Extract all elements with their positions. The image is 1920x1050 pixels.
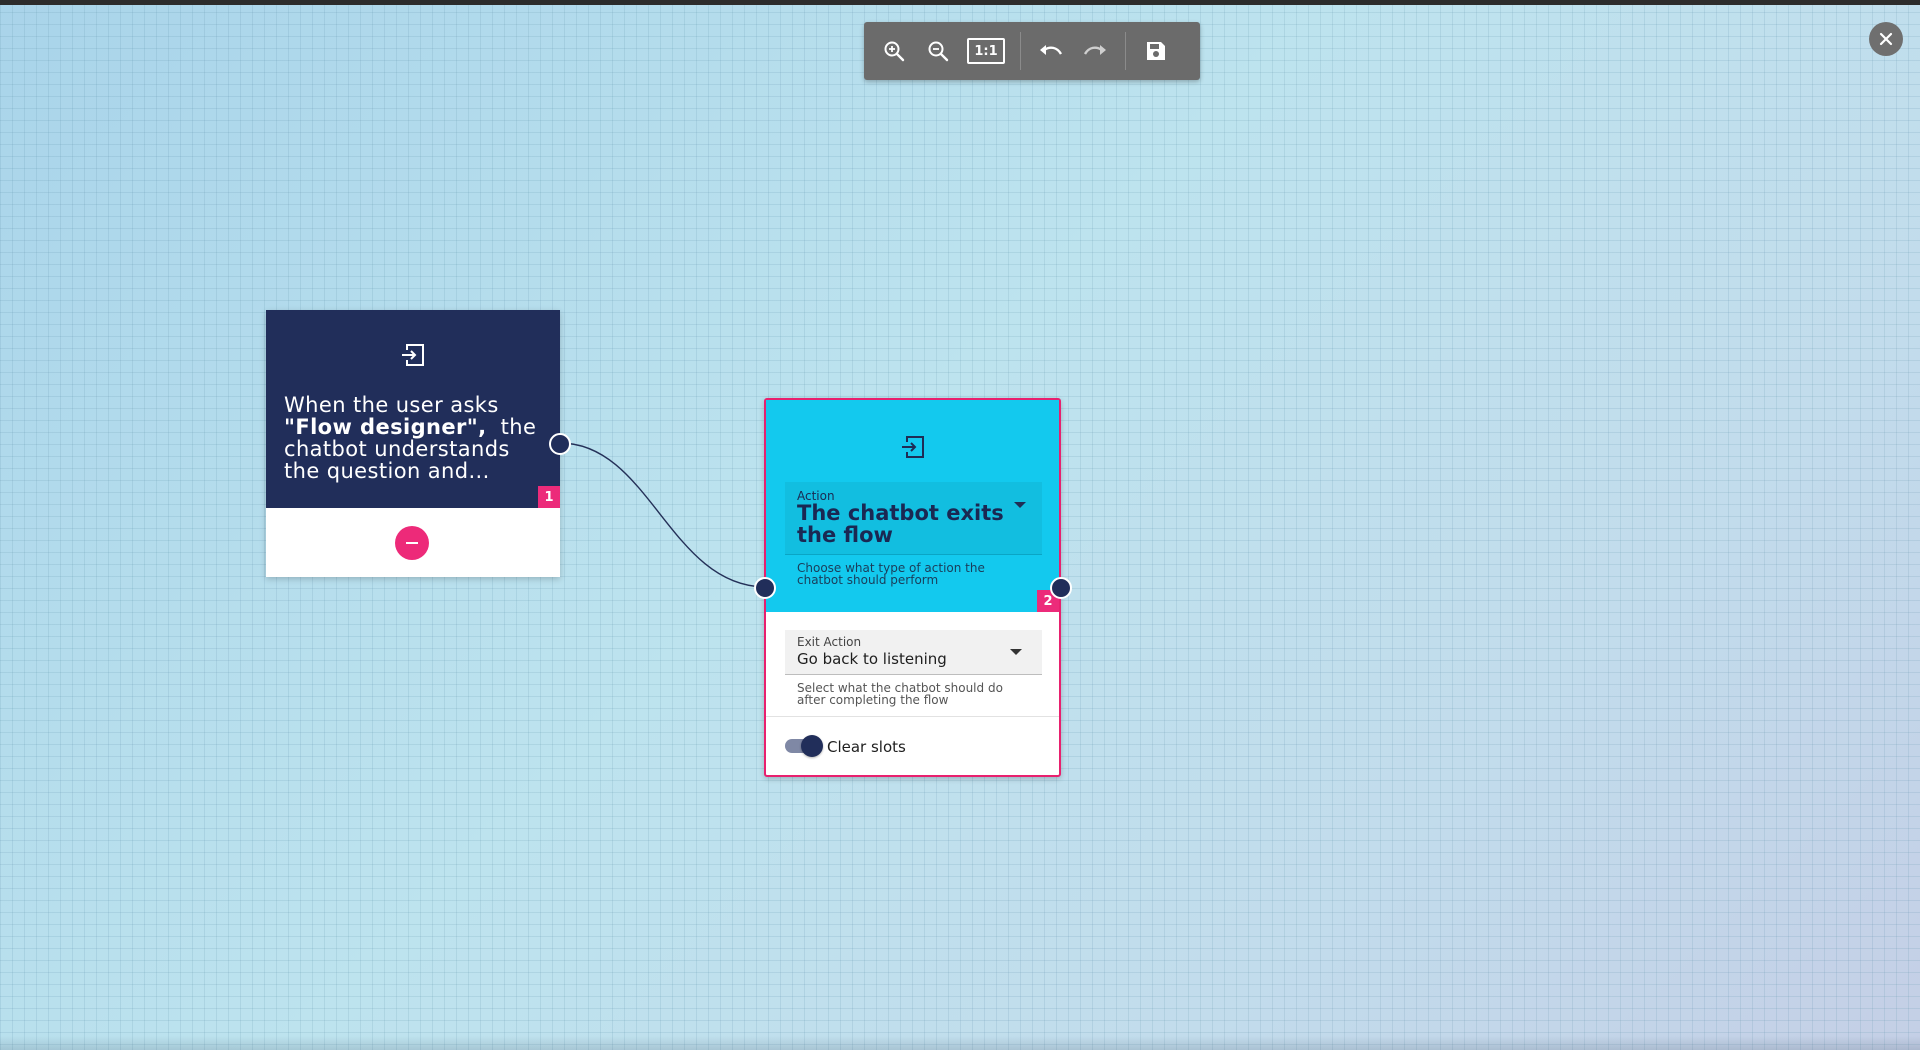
zoom-in-icon	[884, 41, 905, 62]
clear-slots-toggle[interactable]	[785, 734, 825, 758]
redo-button[interactable]	[1073, 29, 1117, 73]
connector-path	[559, 442, 767, 588]
node-1-number-badge: 1	[538, 486, 560, 508]
window-bottom-shade	[0, 1036, 1920, 1050]
undo-icon	[1040, 45, 1063, 55]
flow-node-2[interactable]: Action The chatbot exits the flow Choose…	[754, 398, 1072, 777]
window-top-strip	[0, 0, 1920, 5]
minus-icon	[406, 542, 418, 544]
node-2-divider	[766, 716, 1059, 717]
flow-node-1[interactable]: When the user asks "Flow designer", the …	[266, 310, 571, 577]
action-select-help: Choose what type of action the chatbot s…	[797, 561, 985, 587]
toolbar-separator	[1020, 32, 1021, 70]
zoom-out-button[interactable]	[916, 29, 960, 73]
flow-canvas[interactable]: 1:1 When the user asks "Flow designer", …	[0, 0, 1920, 1050]
node-1-description: When the user asks "Flow designer", the …	[284, 394, 548, 482]
exit-select-label: Exit Action	[797, 635, 862, 649]
zoom-out-icon	[928, 41, 949, 62]
canvas-toolbar: 1:1	[864, 22, 1200, 80]
save-button[interactable]	[1134, 29, 1178, 73]
exit-select-value: Go back to listening	[797, 650, 947, 668]
exit-action-select[interactable]: Exit Action Go back to listening	[785, 630, 1042, 675]
exit-select-help: Select what the chatbot should do after …	[797, 681, 1003, 707]
chevron-down-icon	[1010, 649, 1022, 655]
clear-slots-label: Clear slots	[827, 738, 906, 756]
node-2-header[interactable]: Action The chatbot exits the flow Choose…	[766, 400, 1059, 612]
node-1-text-bold: "Flow designer",	[284, 415, 487, 439]
actual-size-label: 1:1	[967, 38, 1005, 64]
node-2-output-port[interactable]	[1050, 577, 1072, 599]
redo-icon	[1083, 45, 1106, 55]
undo-button[interactable]	[1029, 29, 1073, 73]
node-2-input-port[interactable]	[754, 577, 776, 599]
action-type-select[interactable]: Action The chatbot exits the flow	[785, 482, 1042, 555]
node-1-footer	[266, 508, 560, 577]
save-icon	[1147, 42, 1165, 60]
remove-node-button[interactable]	[395, 526, 429, 560]
close-icon	[1879, 32, 1893, 46]
zoom-in-button[interactable]	[872, 29, 916, 73]
node-1-header[interactable]: When the user asks "Flow designer", the …	[266, 310, 560, 508]
toggle-thumb	[801, 735, 823, 757]
exit-icon	[402, 344, 424, 366]
node-1-output-port[interactable]	[549, 433, 571, 455]
actual-size-button[interactable]: 1:1	[960, 29, 1012, 73]
node-1-text-start: When the user asks	[284, 393, 499, 417]
exit-icon	[902, 436, 924, 458]
toolbar-separator	[1125, 32, 1126, 70]
close-button[interactable]	[1869, 22, 1903, 56]
action-select-value: The chatbot exits the flow	[797, 501, 1004, 547]
chevron-down-icon	[1014, 502, 1026, 508]
